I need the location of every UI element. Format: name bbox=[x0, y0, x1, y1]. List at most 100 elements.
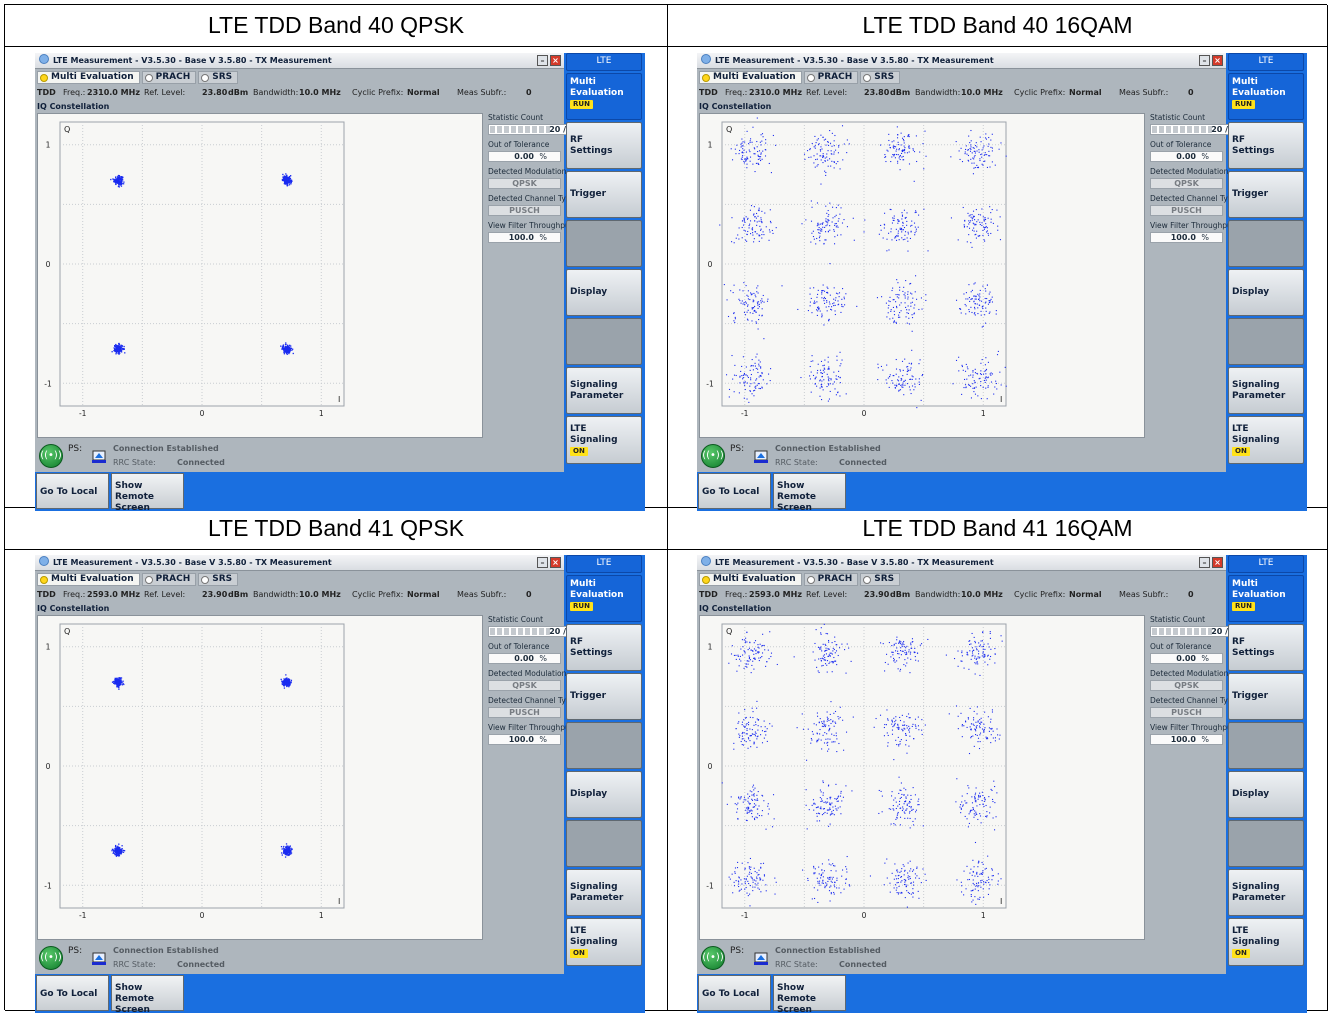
softkey-lte-signaling[interactable]: LTE Signaling ON bbox=[1228, 416, 1304, 464]
iq-point bbox=[828, 648, 830, 650]
softkey-empty[interactable] bbox=[566, 820, 642, 867]
softkey-empty[interactable] bbox=[1228, 820, 1304, 867]
softkey-empty[interactable] bbox=[566, 722, 642, 769]
iq-point bbox=[907, 368, 909, 370]
iq-point bbox=[904, 652, 906, 654]
softkey-lte-signaling[interactable]: LTE Signaling ON bbox=[1228, 918, 1304, 966]
go-to-local-button[interactable]: Go To Local bbox=[698, 473, 771, 509]
tab-prach[interactable]: PRACH bbox=[141, 71, 197, 84]
iq-point bbox=[288, 346, 290, 349]
close-icon[interactable]: × bbox=[1212, 557, 1223, 568]
softkey-display[interactable]: Display bbox=[566, 771, 642, 818]
iq-point bbox=[1005, 385, 1007, 387]
softkey-trigger[interactable]: Trigger bbox=[1228, 171, 1304, 218]
softkey-empty[interactable] bbox=[1228, 220, 1304, 267]
softkey-multi-evaluation[interactable]: Multi Evaluation RUN bbox=[1228, 73, 1304, 120]
softkey-empty[interactable] bbox=[1228, 722, 1304, 769]
softkey-signaling-parameter[interactable]: Signaling Parameter bbox=[1228, 367, 1304, 414]
iq-point bbox=[754, 731, 756, 733]
tab-prach[interactable]: PRACH bbox=[803, 71, 859, 84]
iq-point bbox=[897, 232, 899, 234]
iq-point bbox=[832, 865, 835, 867]
minimize-icon[interactable]: – bbox=[1199, 557, 1210, 568]
tab-srs[interactable]: SRS bbox=[198, 71, 239, 84]
softkey-signaling-parameter[interactable]: Signaling Parameter bbox=[1228, 869, 1304, 916]
softkey-rf-settings[interactable]: RF Settings bbox=[566, 624, 642, 671]
softkey-display[interactable]: Display bbox=[566, 269, 642, 316]
tab-srs[interactable]: SRS bbox=[860, 573, 901, 586]
iq-point bbox=[890, 795, 893, 797]
go-to-local-button[interactable]: Go To Local bbox=[36, 473, 109, 509]
close-icon[interactable]: × bbox=[1212, 55, 1223, 66]
tab-multi-evaluation[interactable]: Multi Evaluation bbox=[699, 71, 802, 84]
tab-multi-evaluation[interactable]: Multi Evaluation bbox=[37, 573, 140, 586]
minimize-icon[interactable]: – bbox=[1199, 55, 1210, 66]
iq-point bbox=[826, 301, 828, 303]
iq-point bbox=[973, 719, 975, 721]
tab-srs[interactable]: SRS bbox=[860, 71, 901, 84]
minimize-icon[interactable]: – bbox=[537, 55, 548, 66]
softkey-trigger[interactable]: Trigger bbox=[566, 673, 642, 720]
iq-point bbox=[285, 843, 288, 845]
iq-point bbox=[728, 662, 730, 664]
softkey-multi-evaluation[interactable]: Multi Evaluation RUN bbox=[566, 575, 642, 622]
softkey-signaling-parameter[interactable]: Signaling Parameter bbox=[566, 869, 642, 916]
tab-multi-evaluation[interactable]: Multi Evaluation bbox=[699, 573, 802, 586]
softkey-signaling-parameter[interactable]: Signaling Parameter bbox=[566, 367, 642, 414]
go-to-local-button[interactable]: Go To Local bbox=[698, 975, 771, 1011]
softkey-lte-signaling[interactable]: LTE Signaling ON bbox=[566, 416, 642, 464]
iq-point bbox=[119, 175, 121, 178]
tab-prach[interactable]: PRACH bbox=[803, 573, 859, 586]
iq-point bbox=[979, 719, 981, 721]
iq-point bbox=[891, 791, 893, 793]
tab-prach[interactable]: PRACH bbox=[141, 573, 197, 586]
softkey-empty[interactable] bbox=[566, 220, 642, 267]
iq-point bbox=[976, 146, 978, 148]
tab-multi-evaluation[interactable]: Multi Evaluation bbox=[37, 71, 140, 84]
softkey-lte-signaling[interactable]: LTE Signaling ON bbox=[566, 918, 642, 966]
iq-point bbox=[741, 145, 743, 147]
iq-point bbox=[826, 224, 828, 226]
iq-point bbox=[907, 231, 909, 233]
iq-point bbox=[739, 655, 741, 657]
softkey-empty[interactable] bbox=[566, 318, 642, 365]
iq-point bbox=[286, 851, 288, 853]
iq-point bbox=[744, 301, 747, 303]
iq-point bbox=[118, 843, 120, 845]
tab-srs[interactable]: SRS bbox=[198, 573, 239, 586]
softkey-rf-settings[interactable]: RF Settings bbox=[1228, 624, 1304, 671]
softkey-multi-evaluation[interactable]: Multi Evaluation RUN bbox=[566, 73, 642, 120]
iq-point bbox=[985, 804, 987, 807]
show-remote-screen-button[interactable]: Show Remote Screen bbox=[111, 975, 184, 1013]
iq-point bbox=[761, 210, 763, 212]
iq-point bbox=[836, 877, 838, 879]
window-title: LTE Measurement - V3.5.30 - Base V 3.5.8… bbox=[715, 558, 994, 567]
iq-point bbox=[891, 141, 893, 143]
iq-point bbox=[760, 144, 762, 146]
iq-point bbox=[892, 287, 894, 289]
iq-point bbox=[973, 884, 975, 886]
softkey-rf-settings[interactable]: RF Settings bbox=[1228, 122, 1304, 169]
show-remote-screen-button[interactable]: Show Remote Screen bbox=[773, 975, 846, 1013]
iq-point bbox=[290, 183, 292, 185]
close-icon[interactable]: × bbox=[550, 55, 561, 66]
iq-point bbox=[738, 658, 741, 660]
softkey-trigger[interactable]: Trigger bbox=[566, 171, 642, 218]
iq-point bbox=[979, 293, 981, 295]
softkey-empty[interactable] bbox=[1228, 318, 1304, 365]
softkey-display[interactable]: Display bbox=[1228, 269, 1304, 316]
iq-point bbox=[749, 151, 751, 153]
show-remote-screen-button[interactable]: Show Remote Screen bbox=[773, 473, 846, 511]
close-icon[interactable]: × bbox=[550, 557, 561, 568]
softkey-rf-settings[interactable]: RF Settings bbox=[566, 122, 642, 169]
iq-point bbox=[911, 330, 913, 332]
softkey-trigger[interactable]: Trigger bbox=[1228, 673, 1304, 720]
show-remote-screen-button[interactable]: Show Remote Screen bbox=[111, 473, 184, 511]
softkey-multi-evaluation[interactable]: Multi Evaluation RUN bbox=[1228, 575, 1304, 622]
softkey-display[interactable]: Display bbox=[1228, 771, 1304, 818]
iq-point bbox=[886, 382, 888, 384]
go-to-local-button[interactable]: Go To Local bbox=[36, 975, 109, 1011]
minimize-icon[interactable]: – bbox=[537, 557, 548, 568]
iq-point bbox=[891, 719, 893, 721]
iq-point bbox=[836, 664, 838, 666]
